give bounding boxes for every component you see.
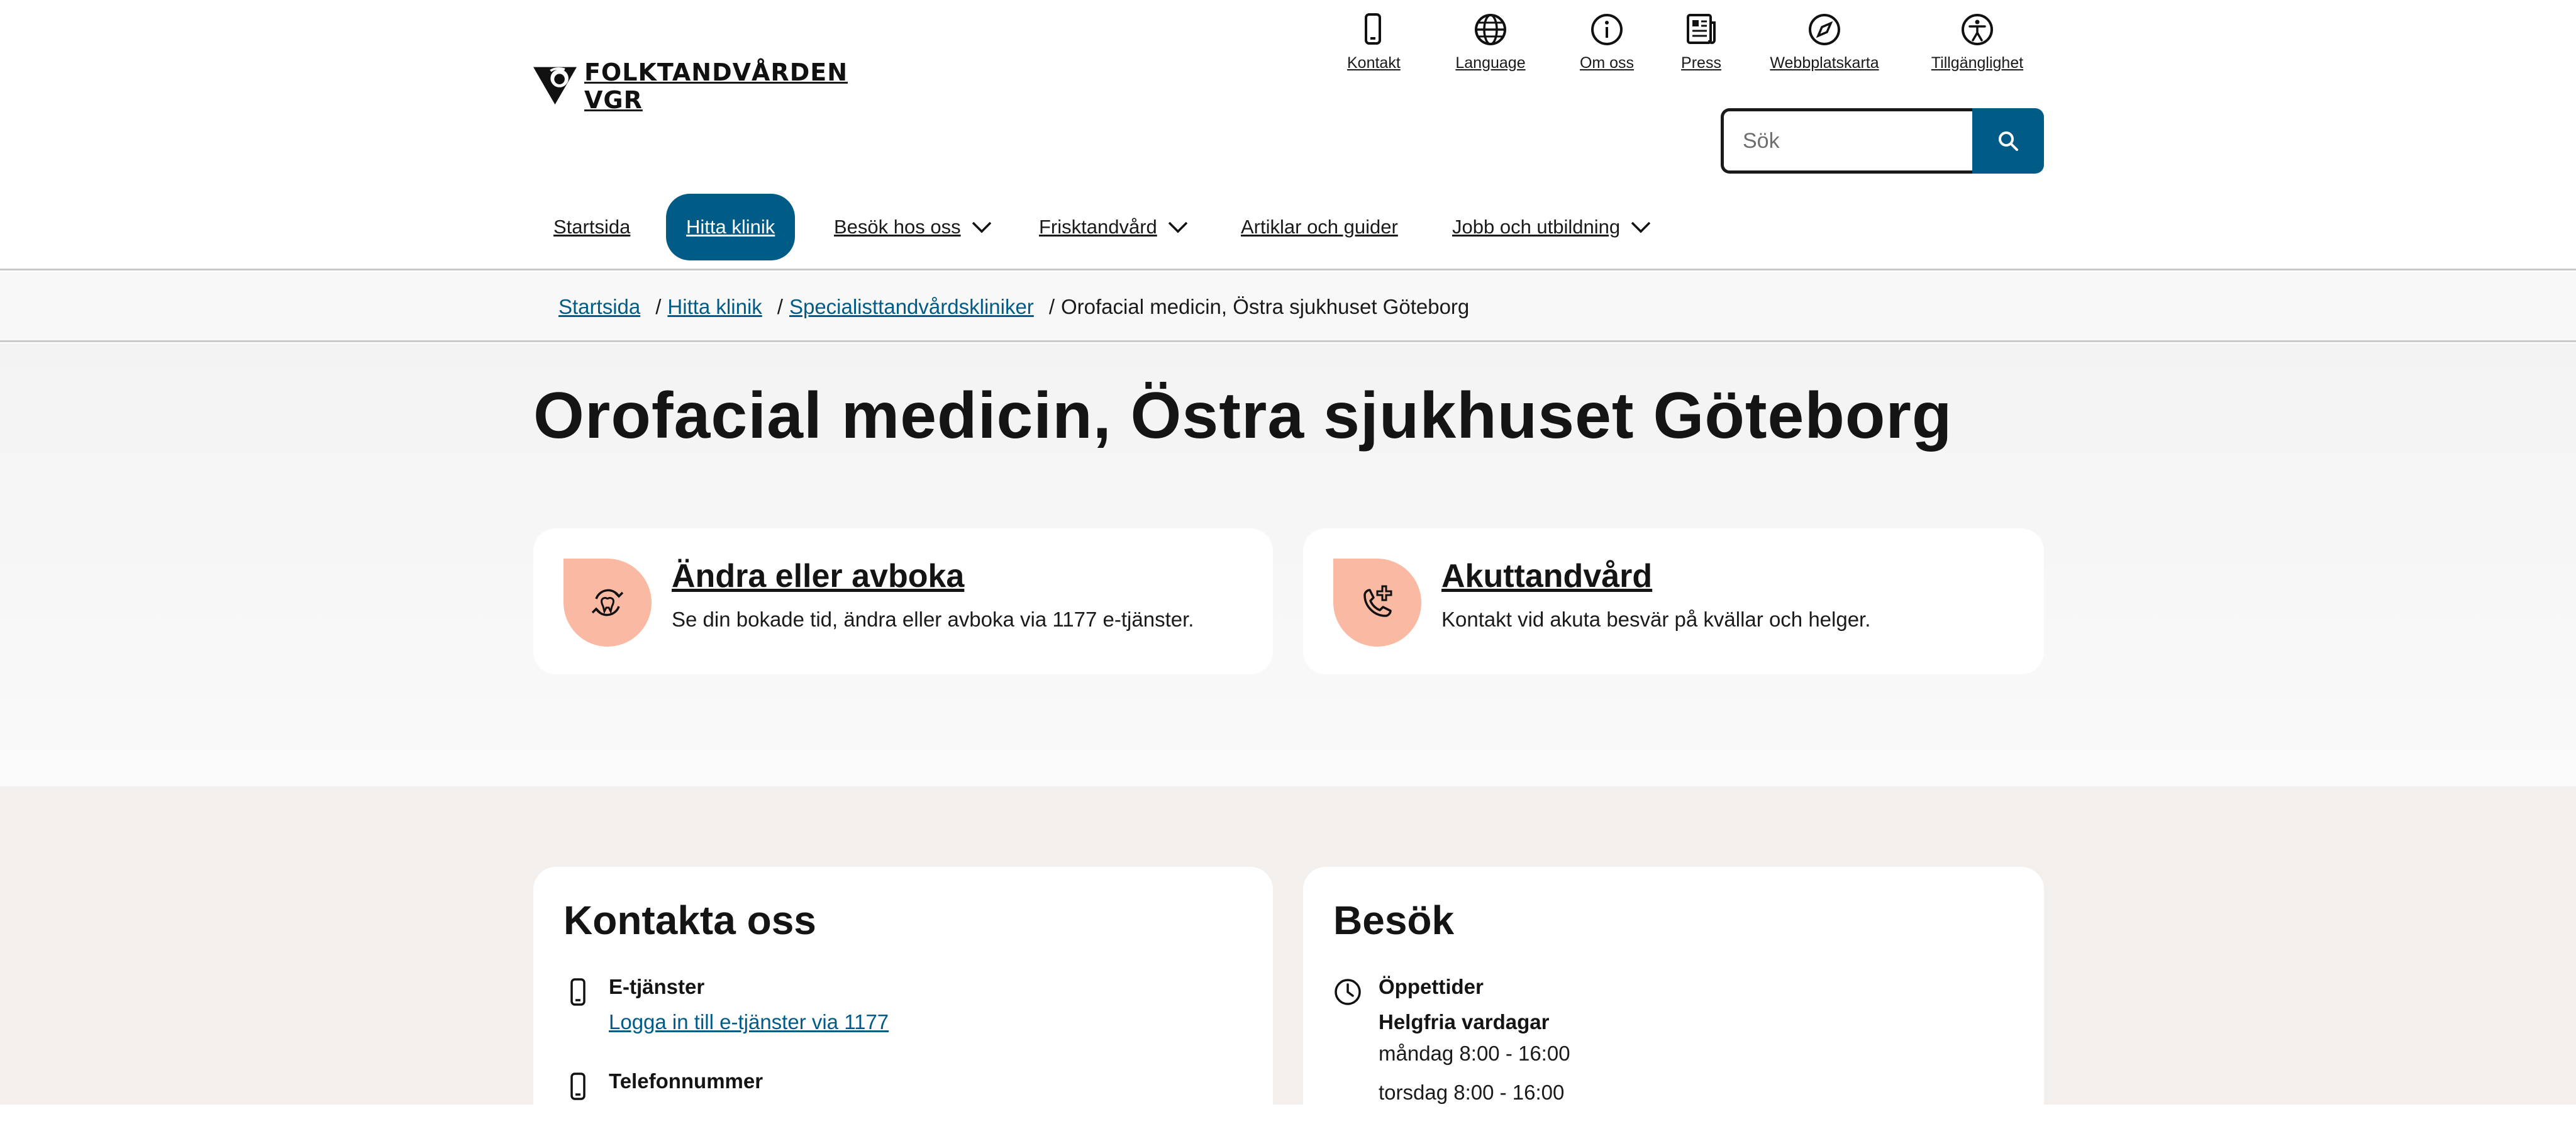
rebook-tooth-icon: [591, 589, 624, 616]
site-header: FOLKTANDVÅRDEN VGR Kontakt Language Om o…: [0, 0, 2576, 270]
logo-wordmark: FOLKTANDVÅRDEN VGR: [584, 58, 848, 114]
hours-line: torsdag 8:00 - 16:00: [1379, 1081, 1565, 1104]
hours-group-label: Helgfria vardagar: [1379, 1010, 1550, 1034]
breadcrumb-separator: /: [777, 295, 783, 318]
util-press-label: Press: [1681, 54, 1721, 72]
breadcrumb-link-startsida[interactable]: Startsida: [558, 295, 640, 319]
contact-title: Kontakta oss: [564, 898, 816, 943]
hours-label: Öppettider: [1379, 975, 1484, 998]
nav-artiklar-label: Artiklar och guider: [1241, 216, 1398, 238]
util-om-oss-label: Om oss: [1579, 54, 1635, 72]
logo-line-2: VGR: [584, 86, 643, 114]
visit-title: Besök: [1333, 898, 1455, 943]
card-andra-avboka[interactable]: Ändra eller avboka Se din bokade tid, än…: [533, 528, 1273, 674]
util-kontakt[interactable]: Kontakt: [1347, 11, 1401, 74]
util-webbplatskarta[interactable]: Webbplatskarta: [1765, 11, 1884, 74]
card-akuttandvard[interactable]: Akuttandvård Kontakt vid akuta besvär på…: [1303, 528, 2044, 674]
chevron-down-icon: [1631, 221, 1651, 233]
util-webbplatskarta-label: Webbplatskarta: [1770, 54, 1879, 72]
hours-line: måndag 8:00 - 16:00: [1379, 1042, 1570, 1065]
info-section: Kontakta oss E-tjänster Logga in till e-…: [0, 786, 2576, 1131]
compass-icon: [1809, 14, 1840, 45]
search-icon: [1999, 131, 2018, 151]
search-form: [1721, 108, 2044, 174]
card-description: Se din bokade tid, ändra eller avboka vi…: [672, 608, 1194, 631]
emergency-phone-icon: [1363, 585, 1392, 617]
globe-icon: [1475, 14, 1506, 45]
util-press[interactable]: Press: [1674, 11, 1728, 74]
page-title: Orofacial medicin, Östra sjukhuset Göteb…: [533, 379, 1953, 452]
contact-phone-row: Telefonnummer: [564, 1069, 1130, 1107]
breadcrumb-separator: /: [1048, 295, 1055, 318]
card-description: Kontakt vid akuta besvär på kvällar och …: [1441, 608, 1871, 631]
chevron-down-icon: [972, 221, 991, 233]
info-icon: [1591, 14, 1623, 45]
nav-frisktandvard[interactable]: Frisktandvård: [1039, 194, 1189, 260]
utility-nav: Kontakt Language Om oss Press Webbplatsk…: [1327, 11, 2050, 74]
etjanster-login-link[interactable]: Logga in till e-tjänster via 1177: [609, 1010, 889, 1034]
search-input[interactable]: [1721, 108, 1975, 174]
breadcrumb-current: Orofacial medicin, Östra sjukhuset Göteb…: [1060, 295, 1470, 318]
clock-icon: [1335, 979, 1361, 1005]
breadcrumb: Startsida / Hitta klinik / Specialisttan…: [0, 272, 2576, 342]
util-tillganglighet-label: Tillgänglighet: [1931, 54, 2024, 72]
breadcrumb-trail: Startsida / Hitta klinik / Specialisttan…: [558, 272, 1469, 342]
breadcrumb-link-hitta-klinik[interactable]: Hitta klinik: [667, 295, 762, 319]
phone-icon: [1365, 13, 1381, 45]
nav-startsida-label: Startsida: [553, 216, 631, 238]
util-om-oss[interactable]: Om oss: [1572, 11, 1641, 74]
util-language[interactable]: Language: [1453, 11, 1528, 74]
visit-card: Besök Öppettider Helgfria vardagar månda…: [1303, 867, 2044, 1131]
phone-icon: [570, 978, 586, 1006]
contact-card: Kontakta oss E-tjänster Logga in till e-…: [533, 867, 1273, 1131]
util-tillganglighet[interactable]: Tillgänglighet: [1927, 11, 2028, 74]
accessibility-icon: [1962, 14, 1993, 45]
nav-artiklar-och-guider[interactable]: Artiklar och guider: [1241, 194, 1398, 260]
folktandvarden-logo-icon: [533, 67, 577, 105]
newspaper-icon: [1687, 14, 1716, 44]
nav-jobb-och-utbildning[interactable]: Jobb och utbildning: [1452, 194, 1652, 260]
nav-hitta-klinik-label: Hitta klinik: [686, 216, 775, 238]
contact-etjanster-row: E-tjänster Logga in till e-tjänster via …: [564, 975, 1130, 1038]
card-icon-badge: [1333, 559, 1421, 647]
visit-hours-row: Öppettider Helgfria vardagar måndag 8:00…: [1333, 975, 1899, 1120]
util-language-label: Language: [1455, 54, 1526, 72]
nav-jobb-label: Jobb och utbildning: [1452, 216, 1621, 238]
util-kontakt-label: Kontakt: [1347, 54, 1401, 72]
logo-line-1: FOLKTANDVÅRDEN: [584, 58, 848, 86]
site-logo[interactable]: FOLKTANDVÅRDEN VGR: [533, 54, 848, 118]
nav-frisktandvard-label: Frisktandvård: [1039, 216, 1157, 238]
hero-section: Orofacial medicin, Östra sjukhuset Göteb…: [0, 343, 2576, 786]
nav-besok-hos-oss-label: Besök hos oss: [834, 216, 961, 238]
breadcrumb-link-specialist[interactable]: Specialisttandvårdskliniker: [789, 295, 1034, 319]
nav-hitta-klinik[interactable]: Hitta klinik: [666, 194, 796, 260]
card-title: Ändra eller avboka: [672, 558, 965, 594]
card-title: Akuttandvård: [1441, 558, 1653, 594]
chevron-down-icon: [1168, 221, 1188, 233]
phone-icon: [570, 1072, 586, 1100]
etjanster-label: E-tjänster: [609, 975, 705, 998]
breadcrumb-separator: /: [655, 295, 662, 318]
nav-besok-hos-oss[interactable]: Besök hos oss: [834, 194, 992, 260]
card-icon-badge: [564, 559, 652, 647]
nav-startsida[interactable]: Startsida: [553, 194, 630, 260]
search-button[interactable]: [1972, 108, 2044, 174]
phone-label: Telefonnummer: [609, 1069, 763, 1093]
